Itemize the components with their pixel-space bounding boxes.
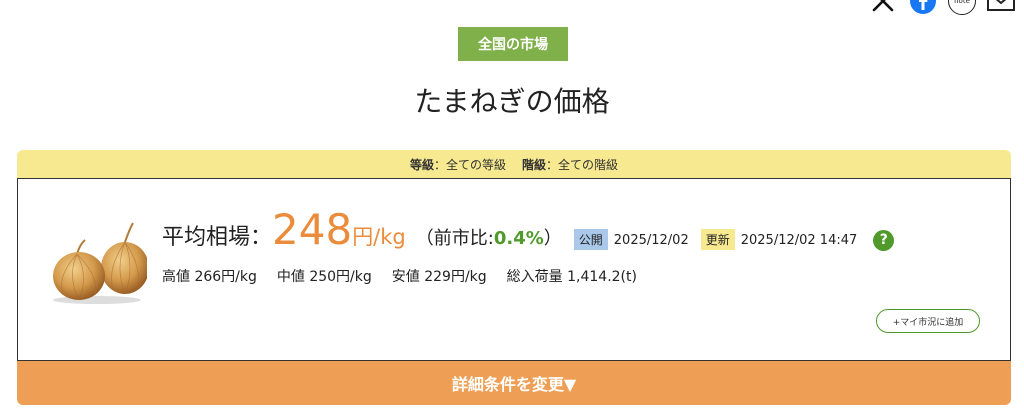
- updated-date: 2025/12/02 14:47: [740, 233, 858, 248]
- published-date: 2025/12/02: [613, 233, 689, 248]
- help-icon[interactable]: ?: [873, 229, 895, 251]
- mid-price: 中値 250円/kg: [276, 269, 372, 285]
- average-price-line: 平均相場： 248 円/kg （前市比:0.4%） 公開 2025/12/02 …: [162, 205, 895, 254]
- price-unit: 円/kg: [352, 225, 406, 249]
- prev-change-percent: 0.4%: [493, 228, 544, 249]
- note-icon[interactable]: note: [948, 0, 976, 15]
- prev-market-change: （前市比:0.4%）: [415, 228, 562, 249]
- mail-icon[interactable]: [986, 0, 1016, 16]
- low-price: 安値 229円/kg: [391, 269, 487, 285]
- x-icon[interactable]: [868, 0, 898, 16]
- class-label: 階級: [522, 157, 547, 172]
- grade-label: 等級: [409, 157, 434, 172]
- average-price-label: 平均相場：: [162, 225, 273, 250]
- average-price-value: 248: [272, 205, 353, 254]
- total-volume: 総入荷量 1,414.2(t): [506, 269, 637, 285]
- published-tag: 公開: [573, 229, 608, 250]
- class-value: ：全ての階級: [546, 157, 619, 172]
- updated-tag: 更新: [700, 229, 735, 250]
- high-price: 高値 266円/kg: [162, 269, 257, 285]
- price-main: 平均相場： 248 円/kg （前市比:0.4%） 公開 2025/12/02 …: [17, 178, 1011, 361]
- page-title: たまねぎの価格: [414, 85, 610, 118]
- facebook-icon[interactable]: [908, 0, 938, 16]
- onion-image: [47, 220, 147, 306]
- share-bar: note: [868, 0, 1016, 16]
- add-to-my-market-button[interactable]: +マイ市況に追加: [876, 309, 980, 333]
- change-detail-conditions-button[interactable]: 詳細条件を変更▼: [17, 361, 1011, 405]
- grade-value: ：全ての等級: [433, 157, 506, 172]
- filter-summary: 等級 ：全ての等級 階級 ：全ての階級: [17, 150, 1011, 178]
- price-card: 等級 ：全ての等級 階級 ：全ての階級 平均相場： 248 円/kg （前市比:…: [17, 150, 1011, 405]
- price-stats: 高値 266円/kg 中値 250円/kg 安値 229円/kg 総入荷量 1,…: [162, 266, 637, 286]
- market-badge: 全国の市場: [458, 27, 568, 61]
